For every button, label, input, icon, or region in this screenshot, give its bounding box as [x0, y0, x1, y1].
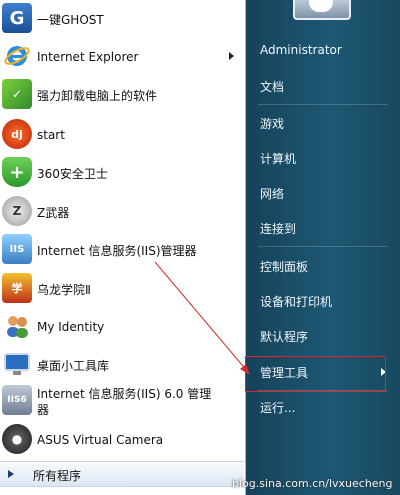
uninstall-icon: ✓ — [2, 79, 32, 109]
right-item-run[interactable]: 运行... — [254, 393, 392, 421]
program-label: Internet 信息服务(IIS)管理器 — [37, 243, 197, 258]
program-label: 桌面小工具库 — [37, 358, 110, 373]
program-label: 强力卸载电脑上的软件 — [37, 88, 158, 103]
right-item-devices-printers[interactable]: 设备和打印机 — [254, 287, 392, 315]
webcam-icon: ● — [2, 424, 32, 454]
ghost-g-icon: G — [2, 3, 32, 33]
program-item-desktop-gadgets[interactable]: 桌面小工具库 — [0, 348, 244, 382]
right-item-label: 游戏 — [260, 116, 285, 131]
program-label: 乌龙学院Ⅱ — [37, 282, 91, 297]
program-label: My Identity — [37, 320, 105, 334]
program-item-wulong-academy[interactable]: 学 乌龙学院Ⅱ — [0, 272, 244, 306]
right-item-label: 计算机 — [260, 151, 297, 166]
watermark: blog.sina.com.cn/lvxuecheng — [232, 477, 393, 490]
right-item-label: 文档 — [260, 79, 285, 94]
program-item-360-security[interactable]: + 360安全卫士 — [0, 156, 244, 190]
right-item-label: 设备和打印机 — [260, 294, 333, 309]
right-item-label: Administrator — [260, 43, 342, 57]
program-item-internet-explorer[interactable]: Internet Explorer — [0, 40, 244, 74]
right-item-label: 默认程序 — [260, 329, 309, 344]
right-item-documents[interactable]: 文档 — [254, 72, 392, 100]
program-label-line2: 器 — [37, 403, 50, 417]
program-label: 360安全卫士 — [37, 166, 108, 181]
iis-manager-icon: IIS — [2, 234, 32, 264]
wulong-academy-icon: 学 — [2, 273, 32, 303]
program-item-z-weapon[interactable]: Z Z武器 — [0, 195, 244, 229]
z-weapon-icon: Z — [2, 196, 32, 226]
program-label: 一键GHOST — [37, 12, 104, 27]
triangle-right-icon — [8, 470, 14, 478]
desktop-gadgets-icon — [2, 349, 32, 379]
submenu-arrow-icon — [229, 52, 234, 60]
program-item-uninstaller[interactable]: ✓ 强力卸载电脑上的软件 — [0, 78, 244, 112]
right-item-control-panel[interactable]: 控制面板 — [254, 252, 392, 280]
right-item-default-programs[interactable]: 默认程序 — [254, 322, 392, 350]
program-label: Internet Explorer — [37, 50, 139, 64]
program-item-ghost[interactable]: G 一键GHOST — [0, 2, 244, 36]
start-menu: G 一键GHOST Internet Explorer ✓ 强力卸载电脑上的软件… — [0, 0, 400, 495]
program-item-asus-virtual-camera[interactable]: ● ASUS Virtual Camera — [0, 423, 244, 457]
right-item-network[interactable]: 网络 — [254, 179, 392, 207]
program-item-iis6-manager[interactable]: IIS6 Internet 信息服务(IIS) 6.0 管理 器 — [0, 384, 244, 424]
program-label-line1: Internet 信息服务(IIS) 6.0 管理 — [37, 387, 212, 401]
all-programs-button[interactable]: 所有程序 — [0, 461, 244, 487]
right-item-games[interactable]: 游戏 — [254, 109, 392, 137]
separator — [258, 246, 388, 247]
program-label: start — [37, 128, 65, 142]
iis6-manager-icon: IIS6 — [2, 385, 32, 415]
360-shield-icon: + — [2, 157, 32, 187]
right-item-administrator[interactable]: Administrator — [254, 36, 392, 64]
right-item-label: 运行... — [260, 400, 296, 415]
all-programs-label: 所有程序 — [33, 469, 82, 483]
program-item-start[interactable]: dj start — [0, 118, 244, 152]
internet-explorer-icon — [2, 41, 32, 71]
identity-users-icon — [2, 311, 32, 341]
program-item-my-identity[interactable]: My Identity — [0, 310, 244, 344]
separator — [258, 104, 388, 105]
program-item-iis-manager[interactable]: IIS Internet 信息服务(IIS)管理器 — [0, 233, 244, 267]
right-item-connect-to[interactable]: 连接到 — [254, 214, 392, 242]
right-item-label: 连接到 — [260, 221, 297, 236]
annotation-highlight-box — [245, 356, 386, 392]
programs-pane: G 一键GHOST Internet Explorer ✓ 强力卸载电脑上的软件… — [0, 0, 246, 495]
program-label: Z武器 — [37, 205, 70, 220]
program-label: ASUS Virtual Camera — [37, 433, 164, 447]
right-item-label: 网络 — [260, 186, 285, 201]
places-pane: Administrator 文档 游戏 计算机 网络 连接到 控制面板 设备和打… — [246, 0, 400, 495]
right-item-label: 控制面板 — [260, 259, 309, 274]
right-item-computer[interactable]: 计算机 — [254, 144, 392, 172]
start-red-icon: dj — [2, 119, 32, 149]
user-picture[interactable] — [293, 0, 351, 20]
user-picture-image — [309, 0, 333, 12]
